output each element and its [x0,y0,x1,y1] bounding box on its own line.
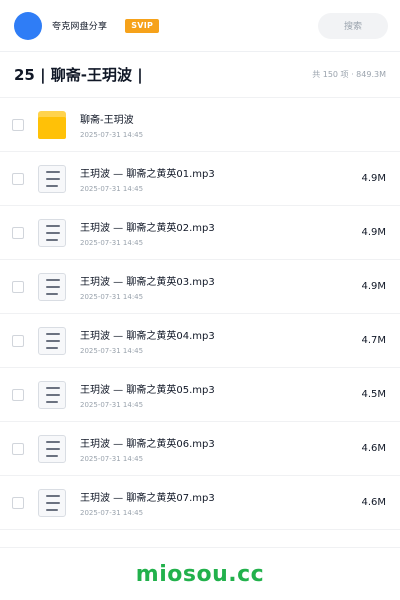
row-checkbox[interactable] [12,226,24,239]
audio-file-icon [38,488,66,517]
audio-file-icon [38,434,66,463]
file-date: 2025-07-31 14:45 [80,346,144,355]
folder-icon [38,110,66,139]
audio-file-icon [38,272,66,301]
footer-watermark-bar: miosou.cc [0,547,400,600]
file-size: 4.9M [361,281,386,292]
file-info: 聊斋-王玥波 2025-07-31 14:45 [80,111,143,139]
file-info: 王玥波 — 聊斋之黄英02.mp3 2025-07-31 14:45 [80,219,215,247]
audio-file-icon [38,164,66,193]
list-item-file[interactable]: 王玥波 — 聊斋之黄英04.mp3 2025-07-31 14:45 4.7M [0,314,400,368]
list-item-file[interactable]: 王玥波 — 聊斋之黄英06.mp3 2025-07-31 14:45 4.6M [0,422,400,476]
list-item-file[interactable]: 王玥波 — 聊斋之黄英07.mp3 2025-07-31 14:45 4.6M [0,476,400,530]
file-info: 王玥波 — 聊斋之黄英03.mp3 2025-07-31 14:45 [80,273,215,301]
file-info: 王玥波 — 聊斋之黄英04.mp3 2025-07-31 14:45 [80,327,215,355]
row-checkbox[interactable] [12,118,24,131]
file-info: 王玥波 — 聊斋之黄英07.mp3 2025-07-31 14:45 [80,489,215,517]
file-size: 4.9M [361,173,386,184]
file-size: 4.6M [361,443,386,454]
file-date: 2025-07-31 14:45 [80,508,144,517]
file-list: 聊斋-王玥波 2025-07-31 14:45 王玥波 — 聊斋之黄英01.mp… [0,98,400,530]
row-checkbox[interactable] [12,442,24,455]
list-item-file[interactable]: 王玥波 — 聊斋之黄英02.mp3 2025-07-31 14:45 4.9M [0,206,400,260]
file-info: 王玥波 — 聊斋之黄英01.mp3 2025-07-31 14:45 [80,165,215,193]
row-checkbox[interactable] [12,496,24,509]
file-size: 4.6M [361,497,386,508]
file-name: 王玥波 — 聊斋之黄英03.mp3 [80,276,215,288]
folder-icon-body [38,116,66,139]
file-name: 王玥波 — 聊斋之黄英06.mp3 [80,438,215,450]
row-checkbox[interactable] [12,280,24,293]
list-item-file[interactable]: 王玥波 — 聊斋之黄英01.mp3 2025-07-31 14:45 4.9M [0,152,400,206]
avatar[interactable] [14,11,42,40]
folder-title-row: 25 | 聊斋-王玥波 | 共 150 项 · 849.3M [0,52,400,98]
file-info: 王玥波 — 聊斋之黄英05.mp3 2025-07-31 14:45 [80,381,215,409]
file-size: 4.5M [361,389,386,400]
row-checkbox[interactable] [12,334,24,347]
file-name: 王玥波 — 聊斋之黄英04.mp3 [80,330,215,342]
list-item-file[interactable]: 王玥波 — 聊斋之黄英05.mp3 2025-07-31 14:45 4.5M [0,368,400,422]
list-item-file[interactable]: 王玥波 — 聊斋之黄英03.mp3 2025-07-31 14:45 4.9M [0,260,400,314]
file-name: 王玥波 — 聊斋之黄英07.mp3 [80,492,215,504]
folder-meta: 共 150 项 · 849.3M [312,70,386,79]
file-date: 2025-07-31 14:45 [80,292,144,301]
svip-badge: SVIP [125,18,160,33]
share-page: 夸克网盘分享 SVIP 搜索 25 | 聊斋-王玥波 | 共 150 项 · 8… [0,0,400,600]
list-item-folder[interactable]: 聊斋-王玥波 2025-07-31 14:45 [0,98,400,152]
row-checkbox[interactable] [12,388,24,401]
file-date: 2025-07-31 14:45 [80,400,144,409]
file-name: 聊斋-王玥波 [80,114,134,126]
page-title: 25 | 聊斋-王玥波 | [14,66,143,84]
brand-title: 夸克网盘分享 [52,22,108,32]
audio-file-icon [38,326,66,355]
file-date: 2025-07-31 14:45 [80,454,144,463]
file-name: 王玥波 — 聊斋之黄英05.mp3 [80,384,215,396]
file-date: 2025-07-31 14:45 [80,130,144,139]
file-date: 2025-07-31 14:45 [80,238,144,247]
file-name: 王玥波 — 聊斋之黄英02.mp3 [80,222,215,234]
header-bar: 夸克网盘分享 SVIP 搜索 [0,0,400,52]
search-input[interactable]: 搜索 [318,12,388,39]
file-size: 4.9M [361,227,386,238]
file-date: 2025-07-31 14:45 [80,184,144,193]
file-size: 4.7M [361,335,386,346]
site-watermark: miosou.cc [135,561,265,587]
audio-file-icon [38,380,66,409]
file-info: 王玥波 — 聊斋之黄英06.mp3 2025-07-31 14:45 [80,435,215,463]
audio-file-icon [38,218,66,247]
file-name: 王玥波 — 聊斋之黄英01.mp3 [80,168,215,180]
row-checkbox[interactable] [12,172,24,185]
